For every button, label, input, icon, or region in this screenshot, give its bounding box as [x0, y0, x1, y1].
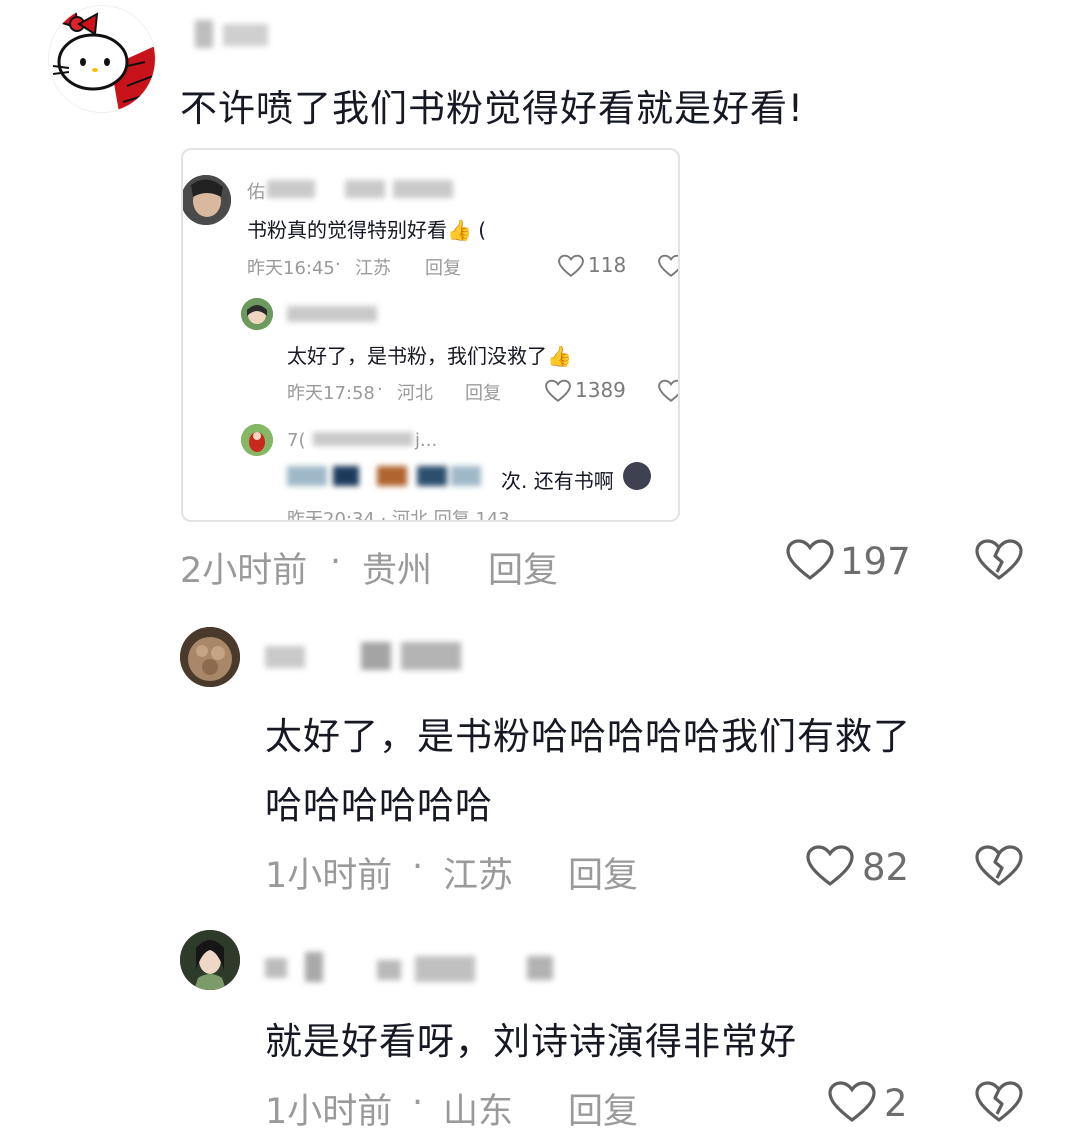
dislike-icon[interactable] — [975, 1080, 1023, 1124]
dislike-icon — [658, 254, 678, 278]
heart-icon — [545, 379, 571, 403]
comment-text: 次. 还有书啊 — [501, 469, 614, 493]
username-redacted — [313, 430, 423, 448]
emoji-icon — [623, 462, 651, 490]
meta-separator: · — [377, 379, 383, 400]
comment-location: 山东 — [443, 1092, 514, 1132]
comment-location: 贵州 — [362, 551, 433, 591]
username: 7( — [287, 430, 306, 451]
username-redacted — [267, 180, 467, 198]
comment-location: 河北 — [397, 383, 433, 404]
partial-meta: 昨天20:34 · 河北 回复 143 — [287, 509, 510, 522]
comment-time: 1小时前 — [265, 1092, 393, 1132]
like-count: 2 — [884, 1082, 908, 1125]
heart-icon — [558, 254, 584, 278]
username-redacted[interactable] — [265, 640, 475, 674]
comment-text: 就是好看呀，刘诗诗演得非常好 — [265, 1020, 797, 1063]
comment-text: 不许喷了我们书粉觉得好看就是好看! — [180, 87, 804, 130]
comment-time: 1小时前 — [265, 856, 393, 896]
username-redacted[interactable] — [195, 20, 275, 48]
dislike-icon — [658, 379, 678, 403]
avatar — [241, 298, 273, 330]
comment-location: 江苏 — [355, 258, 391, 279]
reply-button[interactable]: 回复 — [568, 1083, 638, 1134]
dislike-icon[interactable] — [975, 538, 1023, 582]
comment-text-line2: 哈哈哈哈哈哈 — [265, 784, 493, 827]
comment-location: 江苏 — [443, 856, 514, 896]
comment-time: 昨天16:45 — [247, 258, 335, 279]
username-tail: j... — [415, 430, 438, 451]
comment-text: 太好了，是书粉，我们没救了👍 — [287, 344, 572, 368]
meta-separator: · — [330, 542, 342, 582]
heart-icon[interactable] — [828, 1080, 876, 1124]
username-redacted[interactable] — [265, 950, 565, 984]
like-count: 197 — [840, 540, 911, 583]
reply-button[interactable]: 回复 — [568, 847, 638, 898]
meta-separator: · — [412, 1083, 424, 1123]
username: 佑 — [247, 182, 265, 203]
dislike-icon[interactable] — [975, 844, 1023, 888]
comment-time: 昨天17:58 — [287, 383, 375, 404]
meta-separator: · — [412, 847, 424, 887]
heart-icon[interactable] — [786, 538, 834, 582]
username-redacted — [287, 306, 387, 324]
like-count: 118 — [588, 253, 627, 277]
avatar — [183, 175, 231, 225]
like-count: 82 — [862, 846, 910, 889]
avatar — [241, 424, 273, 456]
reply-button: 回复 — [425, 258, 461, 279]
meta-separator: · — [335, 254, 341, 275]
reply-button: 回复 — [465, 383, 501, 404]
mention-redacted — [287, 464, 487, 488]
reply-button[interactable]: 回复 — [488, 542, 558, 593]
comment-text: 太好了，是书粉哈哈哈哈哈我们有救了 — [265, 715, 911, 758]
comment-time: 2小时前 — [180, 551, 308, 591]
avatar[interactable] — [180, 627, 240, 687]
avatar[interactable] — [180, 930, 240, 990]
embedded-screenshot[interactable]: 佑 书粉真的觉得特别好看👍 ( 昨天16:45 · 江苏 回复 118 太好了，… — [181, 148, 680, 522]
heart-icon[interactable] — [806, 844, 854, 888]
comment-text: 书粉真的觉得特别好看👍 ( — [247, 218, 487, 242]
avatar[interactable] — [48, 5, 156, 113]
like-count: 1389 — [575, 378, 626, 402]
